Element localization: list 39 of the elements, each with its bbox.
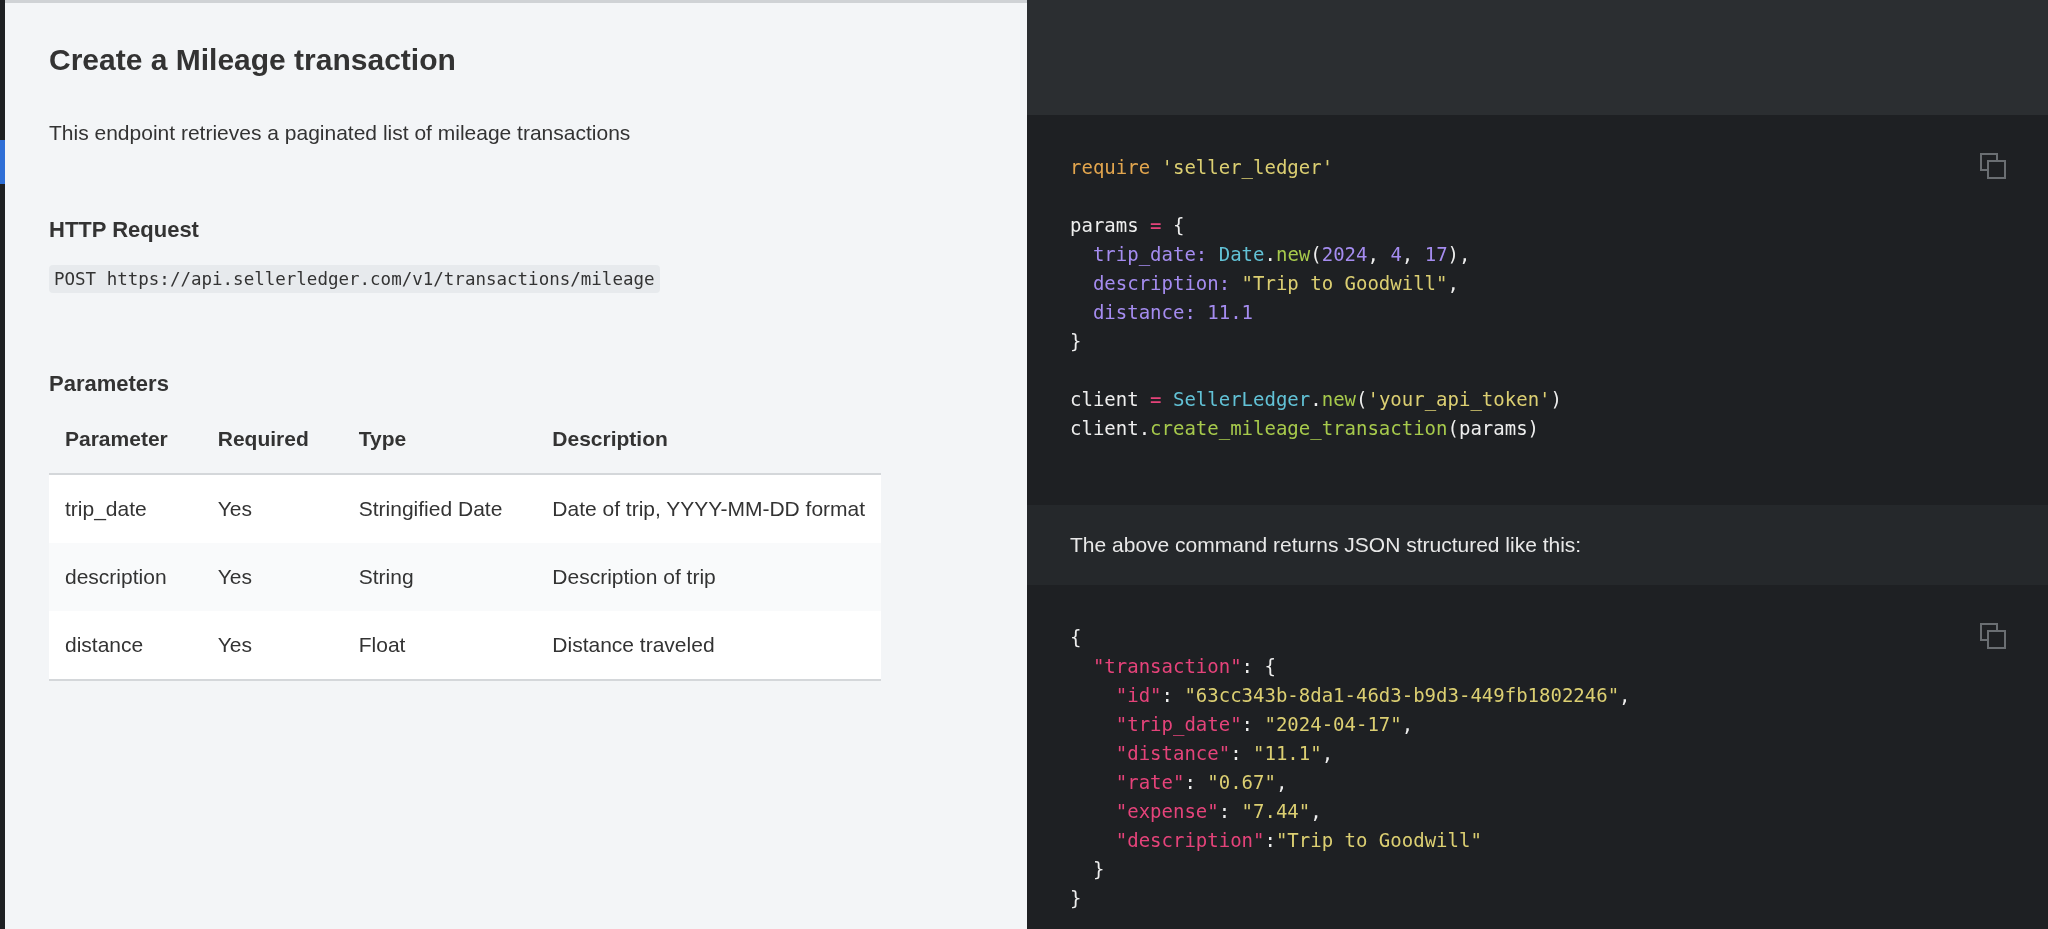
table-cell: String bbox=[342, 543, 537, 611]
copy-icon[interactable] bbox=[1980, 623, 2006, 649]
page-title: Create a Mileage transaction bbox=[49, 43, 457, 77]
code-line: "id": "63cc343b-8da1-46d3-b9d3-449fb1802246", bbox=[1114, 683, 1631, 708]
table-cell: Yes bbox=[201, 474, 343, 543]
code-line: } bbox=[1070, 329, 1082, 354]
code-line: "description":"Trip to Goodwill" bbox=[1114, 828, 1482, 853]
code-line: "transaction": { bbox=[1091, 654, 1276, 679]
code-line: "distance": "11.1", bbox=[1114, 741, 1334, 766]
table-cell: Distance traveled bbox=[536, 611, 882, 680]
code-line: trip_date: Date.new(2024, 4, 17), bbox=[1091, 242, 1471, 268]
code-line: } bbox=[1091, 857, 1105, 882]
table-cell: Description of trip bbox=[536, 543, 882, 611]
code-line: require 'seller_ledger' bbox=[1070, 155, 1334, 181]
code-line: description: "Trip to Goodwill", bbox=[1091, 271, 1459, 296]
code-line: { bbox=[1070, 625, 1082, 650]
table-cell: distance bbox=[49, 611, 202, 680]
copy-icon[interactable] bbox=[1980, 153, 2006, 179]
table-cell: Stringified Date bbox=[342, 474, 537, 543]
intro-text: This endpoint retrieves a paginated list of mileage transactions bbox=[49, 121, 632, 145]
code-line: "rate": "0.67", bbox=[1114, 770, 1288, 795]
code-line: } bbox=[1070, 886, 1082, 911]
table-cell: trip_date bbox=[49, 474, 202, 543]
note-text: The above command returns JSON structured like this: bbox=[1027, 505, 2048, 585]
table-cell: description bbox=[49, 543, 202, 611]
request-endpoint: POST https://api.sellerledger.com/v1/transactions/mileage bbox=[49, 265, 660, 293]
table-cell: Float bbox=[342, 611, 537, 680]
table-cell: Date of trip, YYYY-MM-DD format bbox=[536, 474, 882, 543]
code-line: client.create_mileage_transaction(params) bbox=[1070, 416, 1539, 442]
section-heading: Parameters bbox=[49, 371, 170, 397]
code-line: "expense": "7.44", bbox=[1114, 799, 1322, 824]
code-line: params = { bbox=[1070, 213, 1185, 238]
table-cell: Yes bbox=[201, 543, 343, 611]
code-line: "trip_date": "2024-04-17", bbox=[1114, 712, 1414, 738]
table-cell: Yes bbox=[201, 611, 343, 680]
code-line: client = SellerLedger.new('your_api_token') bbox=[1070, 387, 1562, 413]
code-line: distance: 11.1 bbox=[1091, 300, 1254, 325]
section-heading: HTTP Request bbox=[49, 217, 200, 243]
active-marker bbox=[0, 140, 5, 184]
